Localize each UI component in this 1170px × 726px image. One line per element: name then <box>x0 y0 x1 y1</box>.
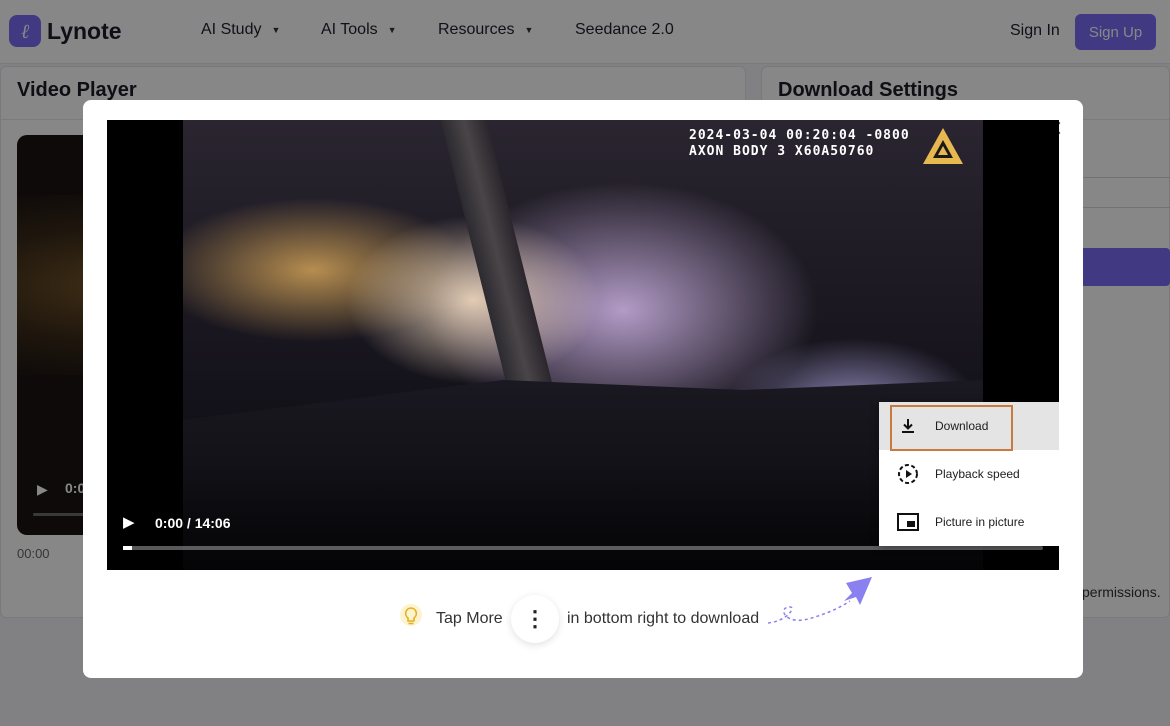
menu-item-picture-in-picture[interactable]: Picture in picture <box>879 498 1059 546</box>
bodycam-overlay-text: 2024-03-04 00:20:04 -0800 AXON BODY 3 X6… <box>689 128 910 160</box>
scrubber-progress <box>123 546 133 550</box>
download-guide-modal: ✕ 2024-03-04 00:20:04 -0800 AXON BODY 3 … <box>83 100 1083 678</box>
more-options-icon: ⋮ <box>511 595 559 643</box>
menu-item-playback-speed[interactable]: Playback speed <box>879 450 1059 498</box>
car-pillar-shape <box>438 120 554 390</box>
axon-logo-icon <box>923 128 963 164</box>
pointer-arrow-icon <box>768 577 872 624</box>
lightbulb-icon <box>400 604 422 626</box>
video-time: 0:00 / 14:06 <box>155 515 231 531</box>
tip-text-after: in bottom right to download <box>567 610 760 627</box>
osd-line-2: AXON BODY 3 X60A50760 <box>689 144 875 159</box>
modal-video-player[interactable]: 2024-03-04 00:20:04 -0800 AXON BODY 3 X6… <box>107 120 1059 570</box>
video-scrubber[interactable] <box>123 546 1043 550</box>
video-more-menu: Download Playback speed Picture in pictu… <box>879 402 1059 546</box>
osd-line-1: 2024-03-04 00:20:04 -0800 <box>689 128 910 143</box>
playback-speed-icon <box>897 463 919 485</box>
play-icon[interactable]: ▶ <box>123 513 135 531</box>
download-highlight-box <box>890 405 1013 451</box>
menu-item-label: Playback speed <box>935 467 1020 481</box>
menu-item-label: Picture in picture <box>935 515 1025 529</box>
tip-text-before: Tap More <box>436 610 503 627</box>
download-tip: Tap More ⋮ in bottom right to download <box>83 577 1083 643</box>
picture-in-picture-icon <box>897 511 919 533</box>
